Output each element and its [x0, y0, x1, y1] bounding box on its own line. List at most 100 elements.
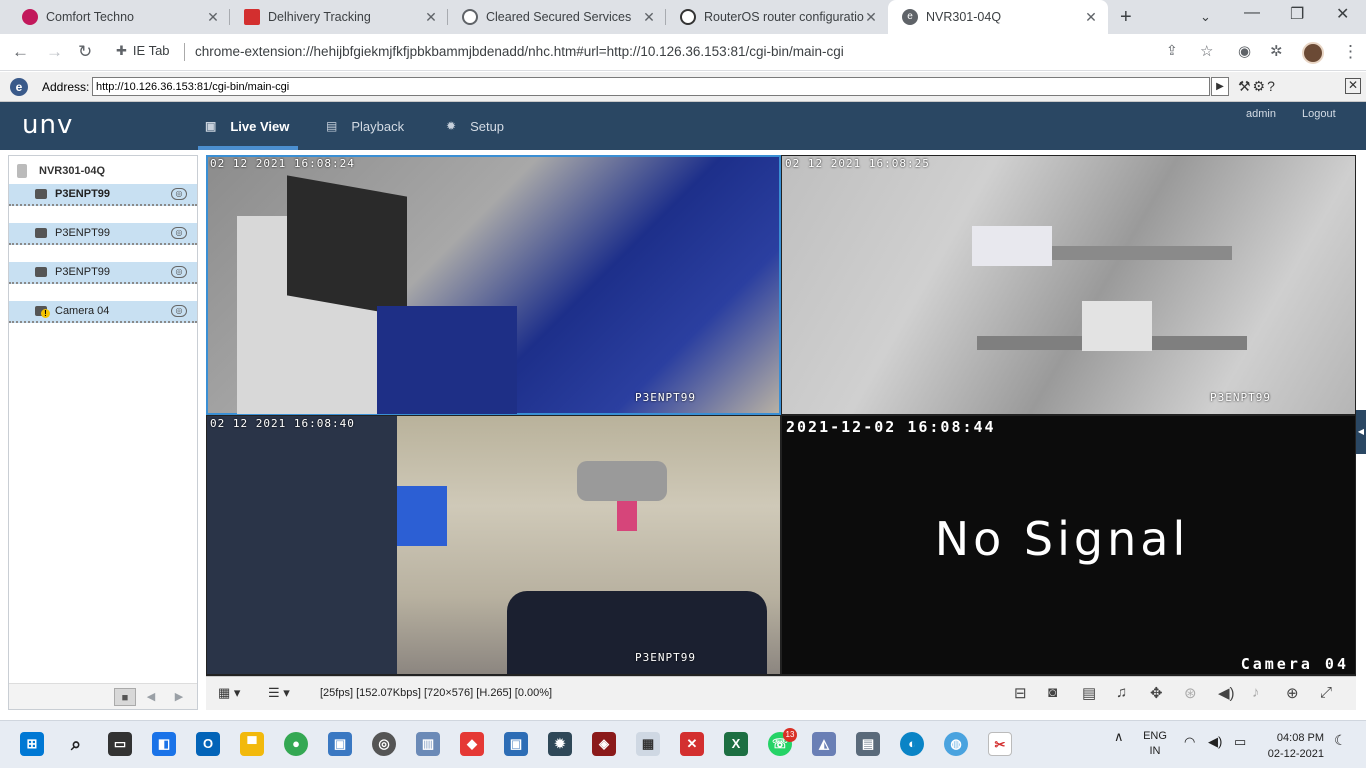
browser-tab[interactable]: Cleared Secured Services ✕ [448, 0, 666, 34]
stream-type-icon[interactable]: ☰ ▾ [268, 685, 290, 701]
record-clip-icon[interactable]: ▤ [1082, 684, 1096, 702]
puzzle-icon: ✚ [116, 43, 127, 58]
task-view-icon[interactable]: ▭ [108, 732, 132, 756]
logout-link[interactable]: Logout [1302, 108, 1336, 120]
reload-icon[interactable]: ↻ [78, 42, 92, 62]
next-page-icon[interactable]: ▶ [168, 688, 190, 706]
browser-tab[interactable]: Delhivery Tracking ✕ [230, 0, 448, 34]
wifi-icon[interactable]: ◠ [1184, 734, 1195, 749]
audio-talk-icon[interactable]: ♫ [1116, 684, 1127, 701]
tab-setup[interactable]: ✹ Setup [446, 102, 504, 150]
camera-list-item[interactable]: P3ENPT99 ◎ [9, 223, 197, 245]
fullscreen-icon[interactable]: ⤢ [1320, 684, 1332, 701]
file-explorer-icon[interactable]: ▀ [240, 732, 264, 756]
app-window-icon[interactable]: ▣ [328, 732, 352, 756]
language-indicator[interactable]: ENG IN [1142, 729, 1168, 759]
tray-overflow-icon[interactable]: ∧ [1114, 729, 1124, 744]
prev-page-icon[interactable]: ◀ [140, 688, 162, 706]
osd-timestamp: 02 12 2021 16:08:24 [210, 157, 355, 170]
ie-tab-icon: e [902, 9, 918, 25]
app-red-icon[interactable]: ◈ [592, 732, 616, 756]
url-bar[interactable]: chrome-extension://hehijbfgiekmjfkfjpbkb… [195, 44, 844, 59]
battery-icon[interactable]: ▭ [1234, 734, 1246, 749]
ie-tools-icons[interactable]: ⚒⚙? [1238, 78, 1277, 95]
video-tile[interactable]: 02 12 2021 16:08:40 P3ENPT99 [207, 416, 780, 674]
extensions-icon[interactable]: ✲ [1270, 42, 1283, 60]
close-ie-bar-icon[interactable]: ✕ [1345, 78, 1361, 94]
new-tab-icon[interactable]: + [1120, 6, 1132, 29]
search-icon[interactable]: ⌕ [64, 732, 88, 756]
profile-avatar[interactable] [1302, 42, 1324, 64]
microphone-icon[interactable]: ♪ [1252, 684, 1260, 701]
back-icon[interactable]: ← [12, 42, 29, 62]
gear-icon: ✹ [446, 119, 457, 133]
edge-icon[interactable]: ◐ [900, 732, 924, 756]
share-icon[interactable]: ⇪ [1166, 42, 1178, 59]
browser-tab-active[interactable]: e NVR301-04Q ✕ [888, 0, 1108, 34]
video-tile-no-signal[interactable]: 2021-12-02 16:08:44 No Signal Camera 04 [782, 416, 1355, 674]
anydesk-icon[interactable]: ◆ [460, 732, 484, 756]
address-input[interactable] [92, 77, 1210, 96]
winbox-icon[interactable]: ✕ [680, 732, 704, 756]
minimize-icon[interactable]: — [1244, 4, 1260, 22]
zoom-icon[interactable]: ⊕ [1286, 684, 1299, 702]
restore-icon[interactable]: ❐ [1290, 4, 1304, 24]
app-chart-icon[interactable]: ▥ [416, 732, 440, 756]
volume-icon[interactable]: ◀) [1218, 684, 1235, 702]
device-tree-root[interactable]: NVR301-04Q [9, 160, 197, 182]
speaker-icon[interactable]: ◀) [1208, 734, 1222, 749]
video-tile[interactable]: 02 12 2021 16:08:25 P3ENPT99 [782, 156, 1355, 414]
close-tab-icon[interactable]: ✕ [424, 9, 438, 26]
close-tab-icon[interactable]: ✕ [1084, 9, 1098, 26]
close-tab-icon[interactable]: ✕ [642, 9, 656, 26]
tab-search-icon[interactable]: ⌄ [1200, 9, 1211, 25]
grid-layout-icon[interactable]: ▦ ▾ [218, 685, 240, 701]
app-display-icon[interactable]: ▤ [856, 732, 880, 756]
extension-e-icon[interactable]: ◉ [1238, 42, 1251, 60]
extension-indicator[interactable]: ✚ IE Tab [116, 43, 170, 59]
browser-tab[interactable]: Comfort Techno ✕ [8, 0, 230, 34]
record-status-icon[interactable]: ◎ [171, 227, 187, 239]
stop-all-icon[interactable]: ■ [114, 688, 136, 706]
app-monitor-icon[interactable]: ▣ [504, 732, 528, 756]
record-status-icon[interactable]: ◎ [171, 305, 187, 317]
close-window-icon[interactable]: ✕ [1336, 4, 1349, 24]
start-menu-icon[interactable]: ⊞ [20, 732, 44, 756]
menu-icon[interactable]: ⋮ [1342, 42, 1359, 62]
browser-tab[interactable]: RouterOS router configuratio ✕ [666, 0, 888, 34]
record-status-icon[interactable]: ◎ [171, 188, 187, 200]
chrome-icon[interactable]: ● [284, 732, 308, 756]
snapshot-icon[interactable]: ◙ [1048, 684, 1057, 701]
calculator-icon[interactable]: ▦ [636, 732, 660, 756]
snipping-tool-icon[interactable]: ✂ [988, 732, 1012, 756]
extension-label: IE Tab [132, 43, 170, 58]
tab-live-view[interactable]: ▣ Live View [205, 102, 289, 150]
outlook-icon[interactable]: O [196, 732, 220, 756]
settings-gear-icon[interactable]: ✹ [548, 732, 572, 756]
collapse-panel-icon[interactable]: ◀ [1356, 410, 1366, 454]
tab-playback[interactable]: ▤ Playback [326, 102, 404, 150]
notification-icon[interactable]: ☾ [1334, 733, 1347, 748]
video-tile[interactable]: 02 12 2021 16:08:24 P3ENPT99 [206, 155, 781, 415]
camera-list-item[interactable]: P3ENPT99 ◎ [9, 184, 197, 206]
system-clock[interactable]: 04:08 PM 02-12-2021 [1264, 730, 1324, 762]
camera-icon [35, 267, 47, 277]
app-globe-icon[interactable]: ◍ [944, 732, 968, 756]
stop-live-icon[interactable]: ⊟ [1014, 684, 1027, 702]
camera-list-item[interactable]: Camera 04 ◎ [9, 301, 197, 323]
stream-info: [25fps] [152.07Kbps] [720×576] [H.265] [… [320, 687, 553, 699]
widgets-icon[interactable]: ◧ [152, 732, 176, 756]
go-arrow-icon[interactable]: ▶ [1211, 77, 1229, 96]
digital-zoom-icon[interactable]: ⊛ [1184, 684, 1197, 702]
app-logo-icon[interactable]: ◭ [812, 732, 836, 756]
excel-icon[interactable]: X [724, 732, 748, 756]
app-disk-icon[interactable]: ◎ [372, 732, 396, 756]
bookmark-star-icon[interactable]: ☆ [1200, 42, 1213, 60]
ptz-icon[interactable]: ✥ [1150, 684, 1163, 702]
camera-list-item[interactable]: P3ENPT99 ◎ [9, 262, 197, 284]
close-tab-icon[interactable]: ✕ [864, 9, 878, 26]
record-status-icon[interactable]: ◎ [171, 266, 187, 278]
close-tab-icon[interactable]: ✕ [206, 9, 220, 26]
username: admin [1246, 108, 1276, 120]
forward-icon[interactable]: → [46, 42, 63, 62]
